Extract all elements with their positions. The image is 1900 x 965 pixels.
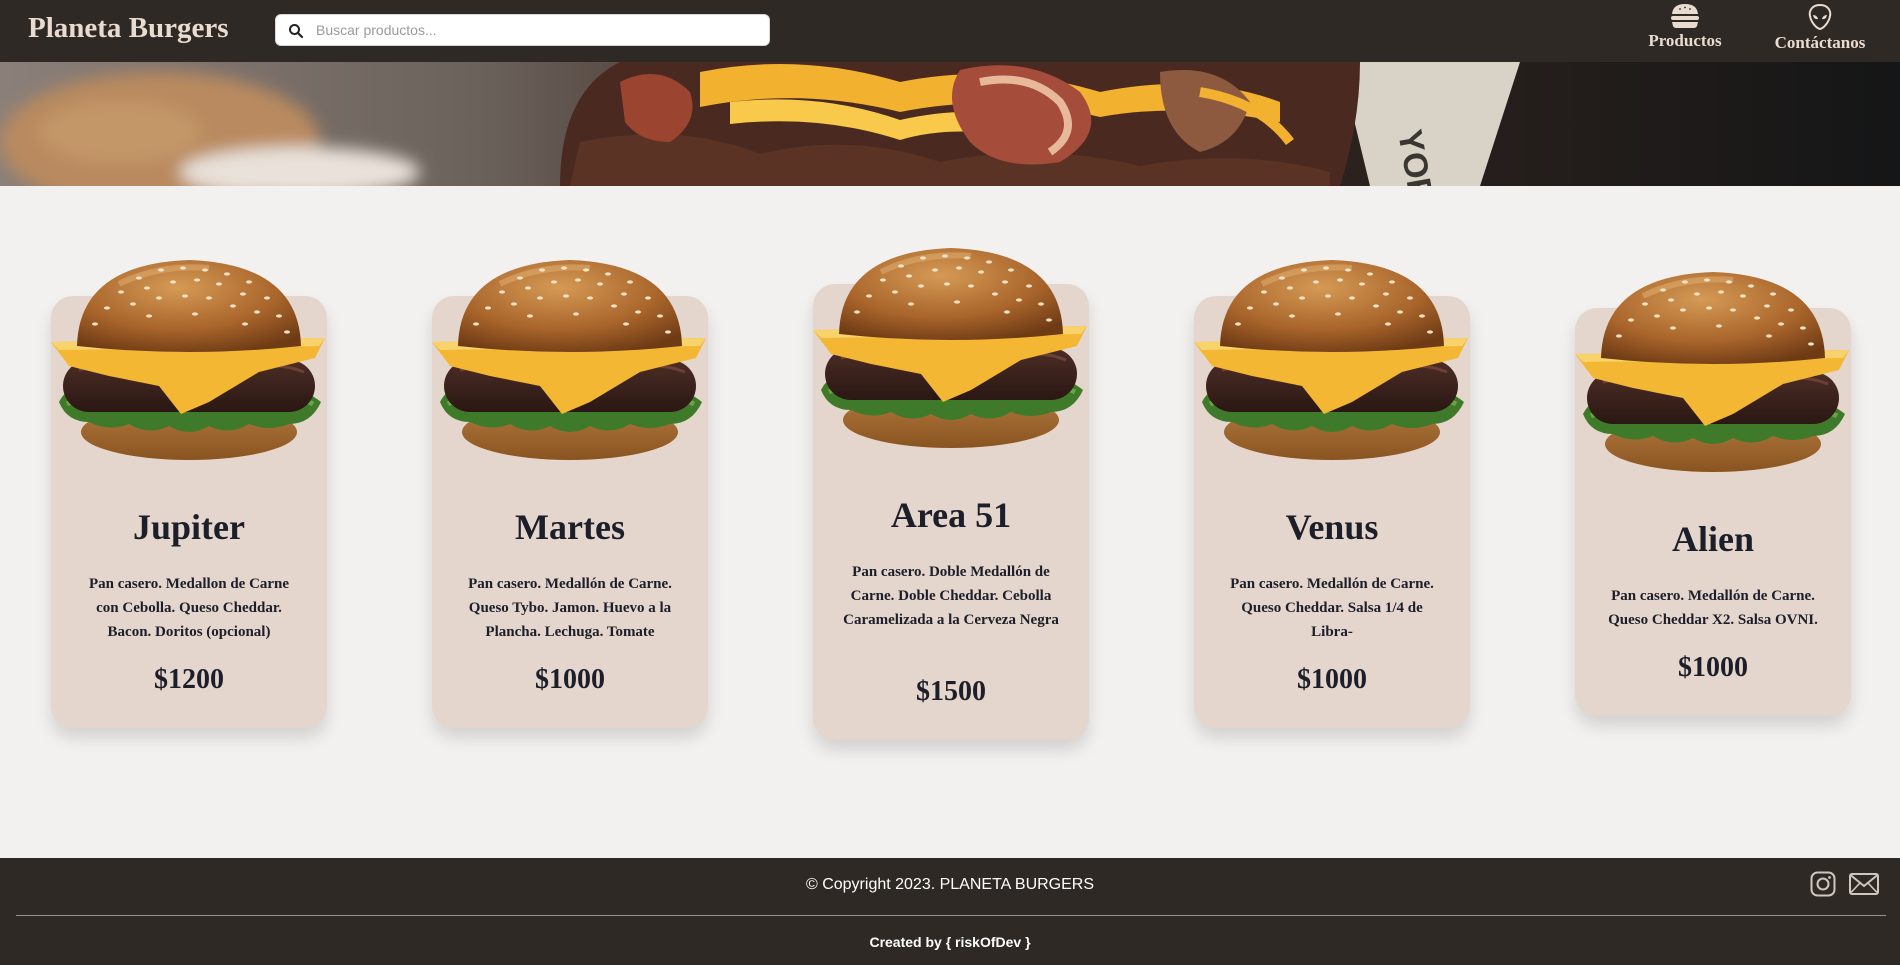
nav-item-productos[interactable]: Productos	[1640, 3, 1730, 51]
product-description: Pan casero. Doble Medallón de Carne. Dob…	[843, 564, 1059, 628]
search-icon	[289, 24, 304, 39]
product-card[interactable]: Martes Pan casero. Medallón de Carne. Qu…	[432, 296, 708, 728]
product-price: $1500	[916, 676, 986, 707]
footer: © Copyright 2023. PLANETA BURGERS Create…	[0, 858, 1900, 965]
product-name: Martes	[515, 507, 625, 547]
product-description: Pan casero. Medallón de Carne. Queso Che…	[1230, 576, 1434, 640]
product-description: Pan casero. Medallon de Carne con Ceboll…	[88, 576, 290, 640]
search-bar[interactable]	[275, 14, 770, 46]
instagram-icon[interactable]	[1810, 871, 1836, 897]
nav-item-contactanos[interactable]: Contáctanos	[1765, 3, 1875, 53]
burger-image	[430, 254, 710, 466]
burger-image	[811, 242, 1091, 454]
product-price: $1000	[1678, 652, 1748, 683]
product-description: Pan casero. Medallón de Carne. Queso Tyb…	[468, 576, 672, 640]
burger-image	[49, 254, 329, 466]
product-name: Jupiter	[133, 507, 245, 547]
product-card[interactable]: Alien Pan casero. Medallón de Carne. Que…	[1575, 308, 1851, 716]
product-price: $1200	[154, 664, 224, 695]
copyright-text: © Copyright 2023. PLANETA BURGERS	[805, 876, 1095, 893]
product-name: Alien	[1671, 519, 1754, 559]
product-name: Area 51	[890, 495, 1012, 535]
alien-icon	[1808, 3, 1832, 31]
navbar: Planeta Burgers Productos Contáctanos	[0, 0, 1900, 62]
search-input[interactable]	[316, 17, 756, 43]
brand-logo-text[interactable]: Planeta Burgers	[28, 12, 229, 45]
nav-label-contactanos: Contáctanos	[1774, 33, 1866, 52]
product-price: $1000	[1297, 664, 1367, 695]
product-name: Venus	[1285, 507, 1379, 547]
product-price: $1000	[535, 664, 605, 695]
burger-image	[1192, 254, 1472, 466]
hero-banner-image: YORK	[0, 62, 1900, 186]
product-description: Pan casero. Medallón de Carne. Queso Che…	[1608, 588, 1818, 628]
mail-icon[interactable]	[1849, 873, 1879, 895]
burger-image	[1573, 266, 1853, 478]
product-card[interactable]: Area 51 Pan casero. Doble Medallón de Ca…	[813, 284, 1089, 740]
created-by-text[interactable]: Created by { riskOfDev }	[0, 934, 1900, 950]
footer-divider	[16, 915, 1886, 916]
product-card[interactable]: Venus Pan casero. Medallón de Carne. Que…	[1194, 296, 1470, 728]
burger-icon	[1671, 4, 1699, 28]
product-card[interactable]: Jupiter Pan casero. Medallon de Carne co…	[51, 296, 327, 728]
nav-label-productos: Productos	[1648, 31, 1722, 50]
